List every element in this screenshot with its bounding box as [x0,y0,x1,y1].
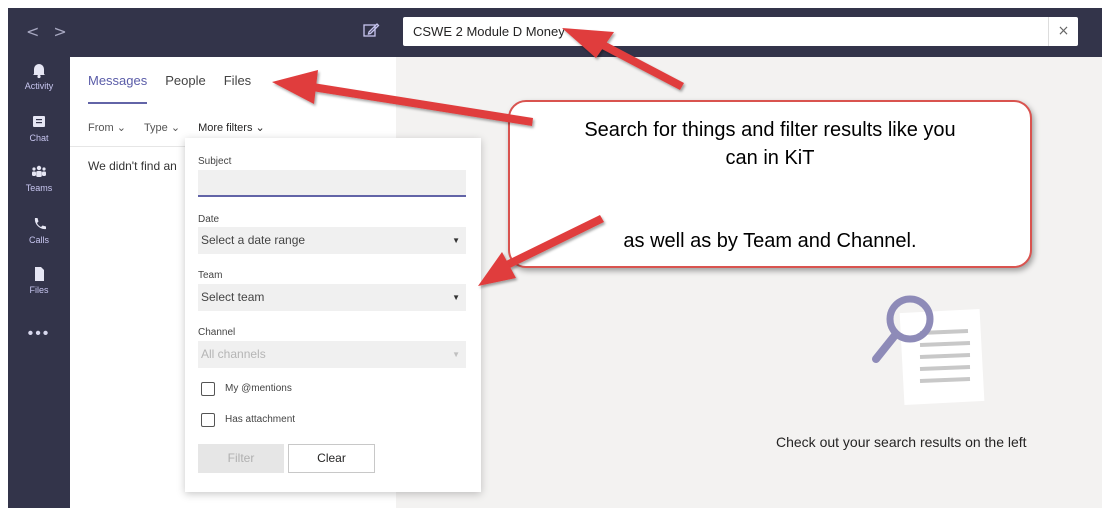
team-label: Team [198,270,223,281]
file-icon [35,267,44,281]
type-filter[interactable]: Type ⌄ [144,121,180,134]
clear-button[interactable]: Clear [288,444,375,473]
callout-text-1a: Search for things and filter results lik… [584,119,956,141]
callout-text-line2: as well as by Team and Channel. [623,230,917,252]
back-button[interactable]: < [26,22,53,41]
rail-item-chat[interactable]: Chat [8,113,70,143]
date-select[interactable]: Select a date range ▼ [198,227,466,254]
rail-item-calls[interactable]: Calls [8,215,70,245]
tab-people[interactable]: People [165,73,205,104]
clear-search-button[interactable]: × [1048,17,1078,46]
channel-select[interactable]: All channels ▼ [198,341,466,368]
filter-button[interactable]: Filter [198,444,284,473]
filter-row: From ⌄ Type ⌄ More filters ⌄ [88,121,283,134]
caret-down-icon: ▼ [452,350,460,359]
tab-messages[interactable]: Messages [88,73,148,104]
attachment-label: Has attachment [225,414,296,425]
rail-item-teams[interactable]: Teams [8,163,70,193]
phone-icon [34,218,46,230]
rail-label: Activity [24,81,54,91]
rail-label: Teams [25,183,53,193]
rail-item-files[interactable]: Files [8,265,70,295]
forward-button[interactable]: > [53,22,80,41]
rail-label: Chat [29,133,49,143]
more-filters-button[interactable]: More filters ⌄ [198,121,265,134]
mentions-label: My @mentions [225,383,292,394]
more-filters-panel: Subject Date Select a date range ▼ Team … [185,138,481,492]
empty-state-text: Check out your search results on the lef… [776,434,1027,450]
date-label: Date [198,214,220,225]
search-input[interactable] [403,17,1033,46]
subject-input[interactable] [198,170,466,197]
no-results-message: We didn't find an [88,159,177,173]
bell-icon [33,64,45,79]
search-tabs: Messages People Files [88,73,269,104]
caret-down-icon: ▼ [452,236,460,245]
callout-text-line1: Search for things and filter results lik… [510,116,1030,172]
attachment-checkbox[interactable] [201,413,215,427]
caret-down-icon: ▼ [452,293,460,302]
rail-label: Calls [28,235,49,245]
chat-icon [33,116,45,127]
tab-files[interactable]: Files [224,73,251,104]
teams-icon [32,165,46,177]
rail-item-activity[interactable]: Activity [8,61,70,91]
history-nav: <> [26,22,81,41]
channel-select-value: All channels [201,347,266,361]
channel-label: Channel [198,327,236,338]
app-rail: Activity Chat Teams Calls Files ••• [8,57,70,508]
team-select[interactable]: Select team ▼ [198,284,466,311]
subject-label: Subject [198,156,232,167]
more-apps-button[interactable]: ••• [8,325,70,343]
search-document-illustration-icon [872,295,985,406]
search-box[interactable]: × [403,17,1078,46]
rail-label: Files [29,285,49,295]
date-select-value: Select a date range [201,233,306,247]
team-select-value: Select team [201,290,265,304]
mentions-checkbox[interactable] [201,382,215,396]
from-filter[interactable]: From ⌄ [88,121,126,134]
callout-text-1b: can in KiT [725,147,815,169]
top-bar: <> × [8,8,1102,57]
compose-icon[interactable] [361,20,381,40]
annotation-callout: Search for things and filter results lik… [508,100,1032,268]
